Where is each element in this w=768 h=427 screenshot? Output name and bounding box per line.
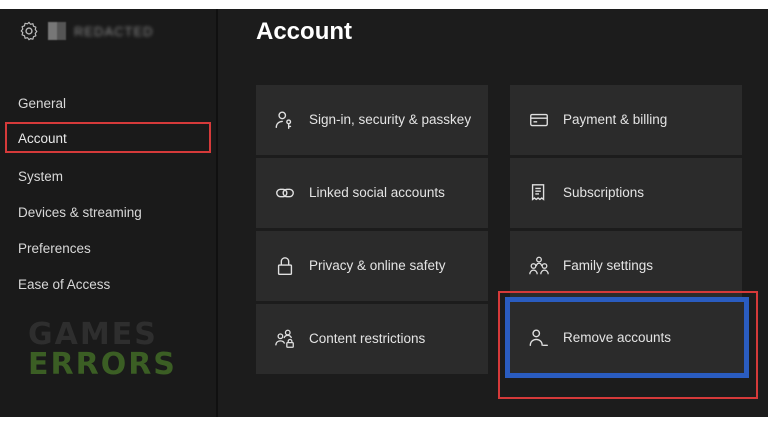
page-title: Account: [256, 18, 352, 45]
tile-family-settings[interactable]: Family settings: [510, 231, 742, 301]
sidebar-item-preferences[interactable]: Preferences: [18, 239, 91, 259]
tile-content-restrictions[interactable]: Content restrictions: [256, 304, 488, 374]
people-lock-icon: [274, 328, 296, 350]
tile-label: Subscriptions: [563, 185, 645, 200]
tile-label: Remove accounts: [563, 329, 672, 345]
lock-icon: [274, 255, 296, 277]
sidebar-item-devices-streaming[interactable]: Devices & streaming: [18, 203, 142, 223]
tile-subscriptions[interactable]: Subscriptions: [510, 158, 742, 228]
sidebar-item-system[interactable]: System: [18, 167, 63, 187]
credit-card-icon: [528, 109, 550, 131]
family-icon: [528, 255, 550, 277]
tile-payment-billing[interactable]: Payment & billing: [510, 85, 742, 155]
receipt-icon: [528, 182, 550, 204]
tile-privacy-online-safety[interactable]: Privacy & online safety: [256, 231, 488, 301]
tile-label: Linked social accounts: [309, 185, 445, 200]
tile-label: Payment & billing: [563, 112, 668, 127]
watermark-line-2: ERRORS: [28, 347, 177, 382]
profile-header: REDACTED: [18, 19, 154, 43]
settings-screen: REDACTED General Account System Devices …: [0, 9, 768, 417]
tile-label: Content restrictions: [309, 331, 426, 346]
sidebar: REDACTED General Account System Devices …: [0, 9, 216, 417]
sidebar-item-label: Account: [18, 131, 67, 146]
watermark-line-1: GAMES: [28, 317, 158, 352]
tile-remove-accounts[interactable]: Remove accounts: [510, 302, 744, 373]
watermark: GAMES ERRORS: [28, 320, 177, 380]
tile-linked-social-accounts[interactable]: Linked social accounts: [256, 158, 488, 228]
avatar[interactable]: [48, 22, 66, 40]
tile-label: Family settings: [563, 258, 654, 273]
sidebar-item-account[interactable]: Account: [5, 122, 211, 153]
person-key-icon: [274, 109, 296, 131]
person-remove-icon: [528, 327, 550, 349]
link-icon: [274, 182, 296, 204]
gamertag: REDACTED: [74, 23, 154, 39]
sidebar-item-general[interactable]: General: [18, 94, 66, 114]
tile-sign-in-security[interactable]: Sign-in, security & passkey: [256, 85, 488, 155]
gear-icon[interactable]: [18, 20, 40, 42]
sidebar-item-ease-of-access[interactable]: Ease of Access: [18, 275, 110, 295]
tile-label: Privacy & online safety: [309, 258, 446, 273]
sidebar-divider: [216, 9, 218, 417]
tile-label: Sign-in, security & passkey: [309, 112, 472, 127]
